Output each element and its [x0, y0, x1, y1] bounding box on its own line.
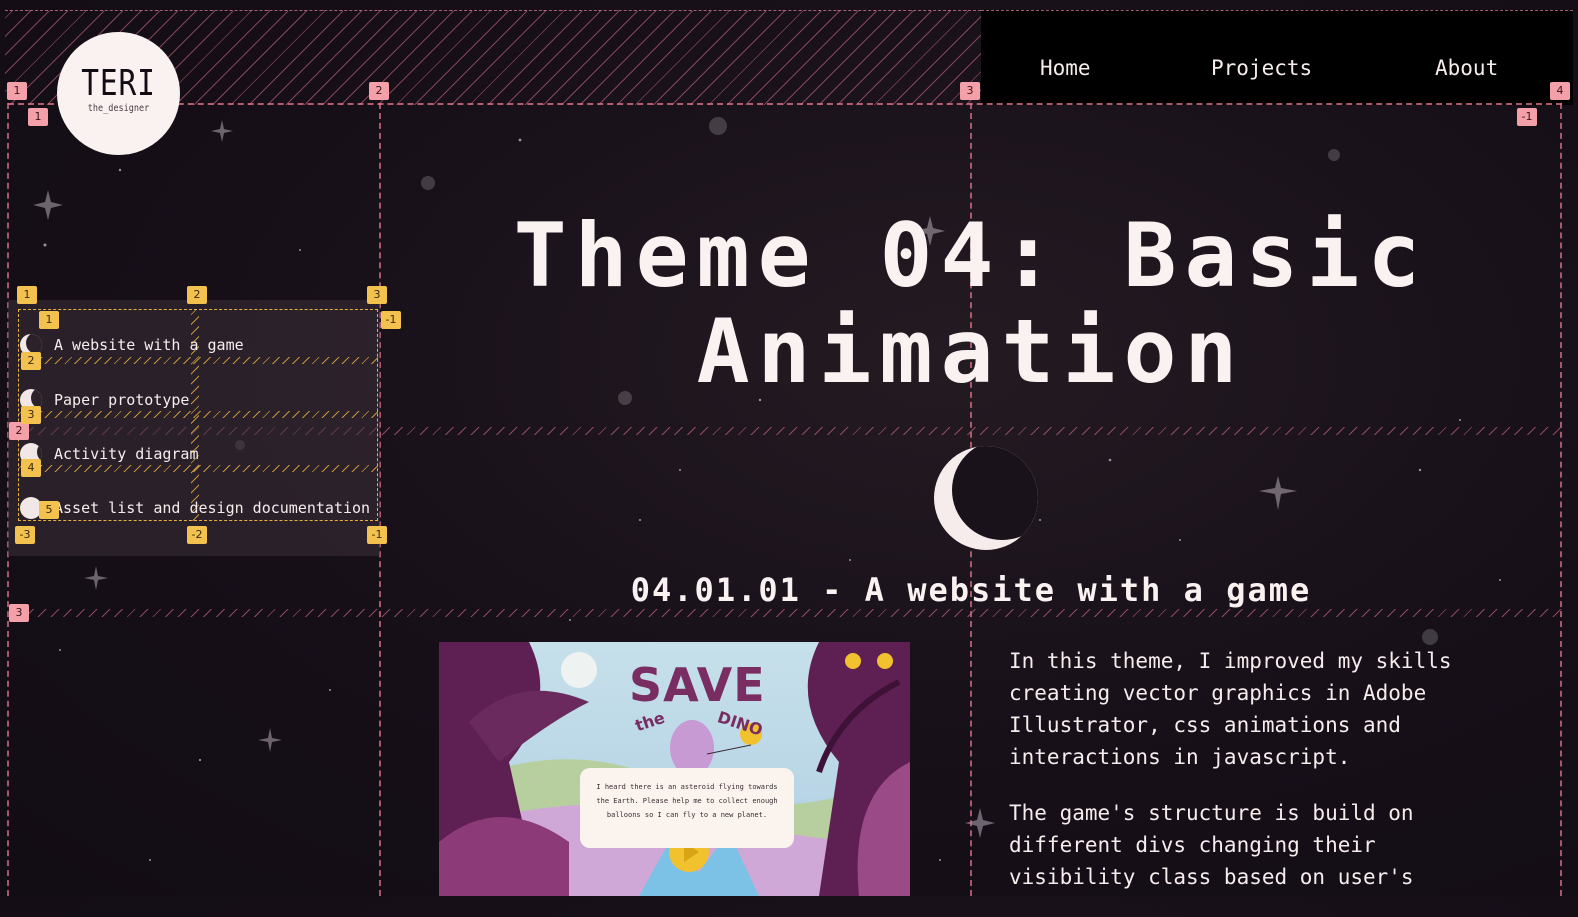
sidebar-item-website-game[interactable]: A website with a game [20, 334, 244, 356]
project-description: In this theme, I improved my skills crea… [1009, 645, 1489, 917]
page-title: Theme 04: Basic Animation [513, 204, 1429, 403]
sidebar-grid-badge: 3 [21, 406, 41, 424]
description-paragraph: The game's structure is build on differe… [1009, 801, 1414, 889]
sidebar-item-label: A website with a game [54, 336, 244, 354]
grid-col-badge: 2 [369, 82, 389, 100]
grid-row-band-3 [8, 609, 1562, 617]
sidebar-grid-badge: 1 [39, 311, 59, 329]
sidebar-grid-row-line [18, 411, 378, 418]
grid-row-badge: 2 [9, 422, 29, 440]
game-title: SAVE [629, 658, 766, 712]
brand-name: TERI [81, 63, 156, 104]
nav-link-about[interactable]: About [1435, 56, 1498, 80]
moon-crescent-icon [934, 446, 1038, 550]
sidebar-grid-badge: 3 [367, 286, 387, 304]
sidebar-item-label: Paper prototype [54, 391, 190, 409]
description-paragraph: In this theme, I improved my skills crea… [1009, 649, 1452, 769]
game-preview-image[interactable]: SAVE the DINO I heard there is an astero… [439, 642, 910, 896]
sidebar-grid-badge: 5 [39, 501, 59, 519]
sidebar-grid-badge: -3 [15, 526, 35, 544]
sidebar-grid-badge: -1 [367, 526, 387, 544]
grid-col-badge: 4 [1550, 82, 1570, 100]
sidebar-item-paper-prototype[interactable]: Paper prototype [20, 389, 189, 411]
grid-row-badge: -1 [1517, 108, 1537, 126]
sidebar-grid-badge: -1 [381, 311, 401, 329]
sidebar-grid-badge: 2 [21, 352, 41, 370]
section-title: 04.01.01 - A website with a game [630, 571, 1312, 609]
sidebar-grid-row-line [18, 357, 378, 364]
sidebar-grid-badge: 1 [17, 286, 37, 304]
sidebar-grid-badge: 2 [187, 286, 207, 304]
sidebar-item-asset-list[interactable]: Asset list and design documentation [20, 497, 370, 519]
sidebar-grid-row-line [18, 465, 378, 472]
sidebar-item-label: Activity diagram [54, 445, 199, 463]
nav-link-home[interactable]: Home [1040, 56, 1091, 80]
grid-row-badge: 1 [28, 108, 48, 126]
sidebar-grid-badge: 4 [21, 459, 41, 477]
sidebar-item-activity-diagram[interactable]: Activity diagram [20, 443, 199, 465]
grid-row-line-1 [8, 103, 1562, 105]
brand-logo[interactable]: TERI the_designer [57, 32, 180, 155]
brand-tagline: the_designer [87, 103, 150, 114]
grid-col-badge: 3 [960, 82, 980, 100]
sidebar-item-label: Asset list and design documentation [54, 499, 371, 517]
grid-row-badge: 3 [9, 604, 29, 622]
nav-link-projects[interactable]: Projects [1211, 56, 1312, 80]
game-dialog: I heard there is an asteroid flying towa… [580, 768, 794, 848]
sidebar-grid-badge: -2 [187, 526, 207, 544]
grid-col-badge: 1 [7, 82, 27, 100]
